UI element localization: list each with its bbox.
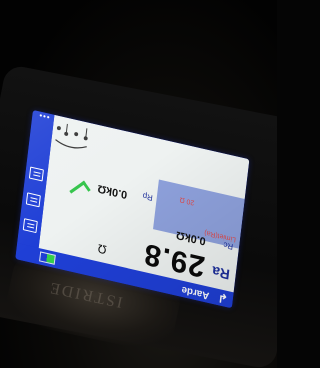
rp-label: Rp	[142, 191, 154, 203]
ra-label: Ra	[211, 263, 231, 284]
back-arrow-icon[interactable]: ↲	[217, 290, 228, 306]
battery-icon	[39, 251, 56, 265]
photo: ISTRIDE ↲ Aarde Ra 29.8 Ω Limiet(Ra) 20 …	[0, 0, 277, 368]
ra-unit: Ω	[96, 241, 108, 258]
circuit-diagram-icon	[55, 123, 88, 149]
rc-label: Rc	[222, 240, 234, 252]
checkmark-icon	[69, 180, 91, 201]
limit-value: 20 Ω	[179, 195, 195, 206]
limits-label: Limiet(Ra)	[204, 228, 237, 243]
rp-value: 0.0kΩ	[96, 181, 128, 201]
document-icon[interactable]	[25, 192, 41, 208]
save-icon[interactable]	[22, 218, 38, 234]
list-icon[interactable]	[28, 166, 44, 182]
